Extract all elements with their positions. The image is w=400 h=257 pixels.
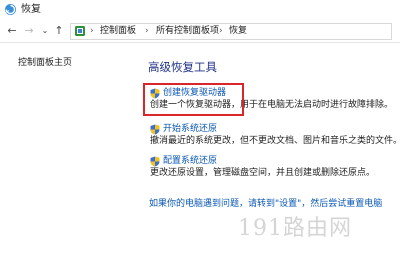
breadcrumb-separator-icon: › — [145, 26, 149, 36]
breadcrumb[interactable]: › 控制面板 › 所有控制面板项 › 恢复 — [70, 23, 392, 40]
window-title: 恢复 — [21, 4, 41, 15]
chevron-down-icon[interactable]: ⌄ — [38, 23, 52, 39]
start-system-restore-link[interactable]: 开始系统还原 — [163, 124, 217, 135]
breadcrumb-separator-icon: › — [90, 26, 94, 36]
breadcrumb-item-recovery[interactable]: 恢复 — [229, 24, 247, 39]
reset-pc-settings-link[interactable]: 如果你的电脑遇到问题，请转到"设置"，然后尝试重置电脑 — [149, 196, 382, 209]
breadcrumb-separator-icon: › — [219, 26, 223, 36]
uac-shield-icon — [150, 156, 160, 167]
tool-description: 撤消最近的系统更改，但不更改文档、图片和音乐之类的文件。 — [150, 136, 400, 146]
highlight-box — [143, 83, 244, 116]
title-bar: 恢复 — [0, 0, 400, 20]
arrow-left-icon[interactable]: ← — [5, 23, 19, 39]
breadcrumb-item-all-items[interactable]: 所有控制面板项 — [156, 24, 219, 39]
arrow-up-icon[interactable]: ↑ — [52, 23, 66, 39]
sidebar-control-panel-home[interactable]: 控制面板主页 — [18, 55, 72, 68]
arrow-right-icon[interactable]: → — [22, 23, 36, 39]
section-title: 高级恢复工具 — [148, 60, 217, 74]
breadcrumb-item-control-panel[interactable]: 控制面板 — [100, 24, 136, 39]
recovery-shield-icon — [5, 4, 16, 15]
control-panel-icon — [75, 26, 85, 36]
watermark: 191路由网 — [238, 216, 352, 241]
configure-system-restore-link[interactable]: 配置系统还原 — [163, 156, 217, 167]
uac-shield-icon — [150, 124, 160, 135]
tool-description: 更改还原设置，管理磁盘空间，并且创建或删除还原点。 — [150, 168, 376, 178]
